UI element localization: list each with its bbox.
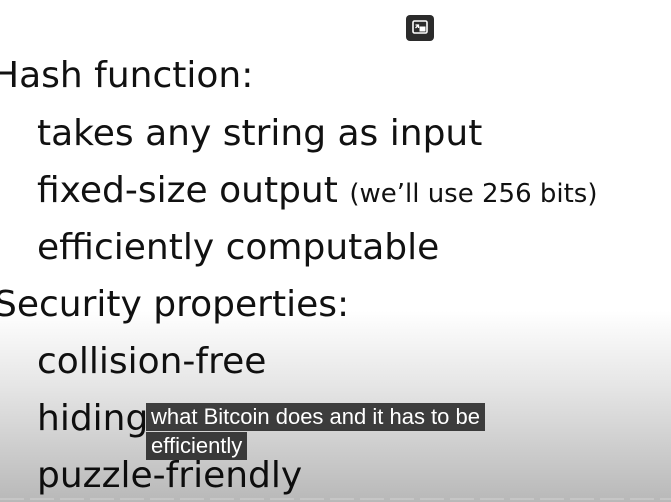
bullet-puzzle-friendly: puzzle-friendly	[37, 455, 303, 496]
slide-heading-security-properties: Security properties:	[0, 284, 350, 325]
bullet-fixed-size-text: fixed-size output	[37, 170, 338, 211]
progress-bar[interactable]	[0, 496, 671, 502]
slide-heading-hash-function: Hash function:	[0, 55, 254, 96]
caption-line-1: what Bitcoin does and it has to be	[146, 403, 485, 431]
caption-line-2: efficiently	[146, 432, 248, 460]
bullet-collision-free: collision-free	[37, 341, 267, 382]
subtitle-overlay: what Bitcoin does and it has to be effic…	[146, 403, 485, 461]
picture-in-picture-button[interactable]	[406, 15, 434, 41]
bullet-fixed-size-output: fixed-size output (we’ll use 256 bits)	[37, 173, 597, 209]
bullet-efficiently-computable: efficiently computable	[37, 227, 440, 268]
chapter-markers	[0, 498, 671, 500]
bullet-fixed-size-note: (we’ll use 256 bits)	[349, 179, 598, 209]
bullet-hiding: hiding	[37, 398, 149, 439]
picture-in-picture-icon	[412, 19, 428, 38]
bullet-takes-any-string: takes any string as input	[37, 113, 483, 154]
